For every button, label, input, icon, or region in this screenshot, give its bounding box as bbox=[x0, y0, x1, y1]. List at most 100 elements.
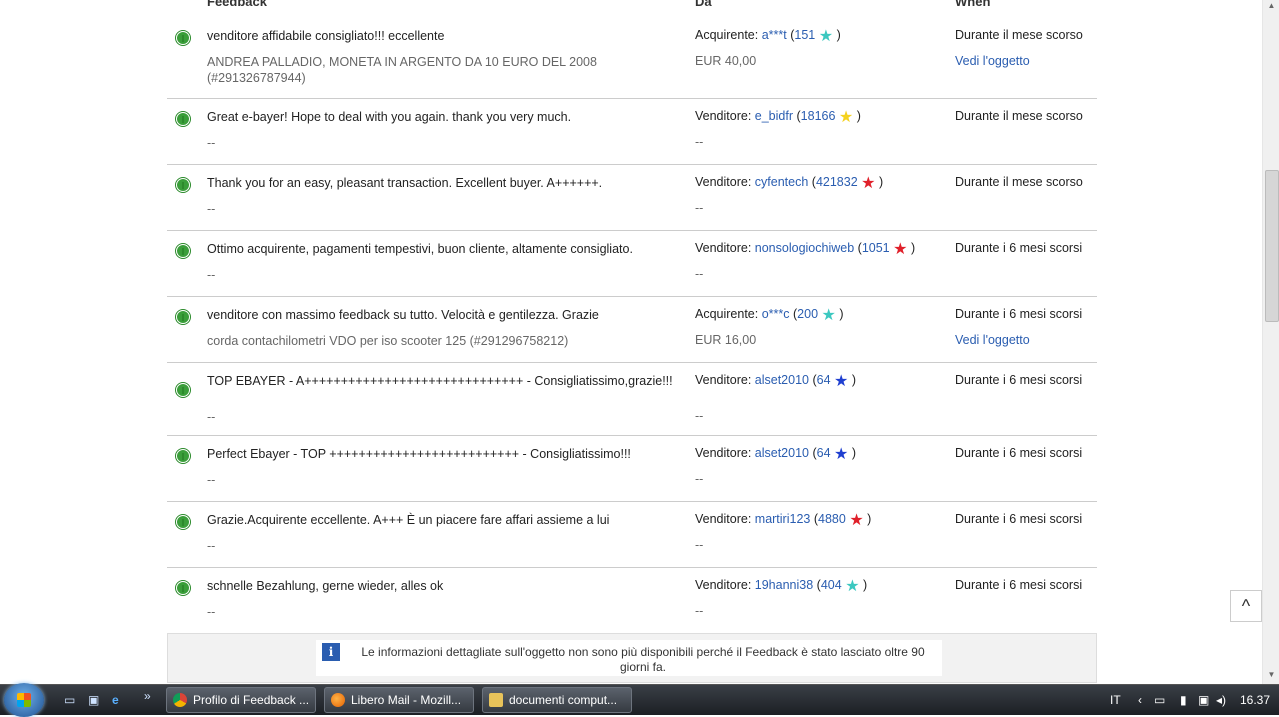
start-button[interactable] bbox=[4, 683, 44, 717]
tray-expand-icon[interactable]: ‹ bbox=[1138, 685, 1142, 715]
score-link[interactable]: 151 bbox=[794, 28, 815, 42]
scrollbar-thumb[interactable] bbox=[1265, 170, 1279, 322]
feedback-when: Durante i 6 mesi scorsi bbox=[955, 578, 1083, 592]
scroll-down-icon[interactable]: ▼ bbox=[1266, 670, 1277, 682]
role-label: Venditore: bbox=[695, 446, 752, 460]
role-label: Venditore: bbox=[695, 175, 752, 189]
score-close: ) bbox=[856, 109, 861, 123]
score-link[interactable]: 200 bbox=[797, 307, 818, 321]
quicklaunch-more-icon[interactable]: » bbox=[144, 689, 160, 703]
table-row: Thank you for an easy, pleasant transact… bbox=[167, 165, 1097, 231]
internet-explorer-icon[interactable]: e bbox=[112, 693, 128, 707]
info-notice: i Le informazioni dettagliate sull'ogget… bbox=[167, 633, 1097, 683]
feedback-item[interactable]: ANDREA PALLADIO, MONETA IN ARGENTO DA 10… bbox=[207, 54, 677, 86]
score-link[interactable]: 1051 bbox=[862, 241, 890, 255]
user-link[interactable]: alset2010 bbox=[755, 446, 809, 460]
task-folder[interactable]: documenti comput... bbox=[482, 687, 632, 713]
positive-feedback-icon bbox=[175, 309, 191, 325]
role-label: Venditore: bbox=[695, 512, 752, 526]
user-link[interactable]: 19hanni38 bbox=[755, 578, 813, 592]
task-label: Profilo di Feedback ... bbox=[193, 693, 310, 707]
feedback-star-icon: ★ bbox=[849, 512, 864, 529]
header-feedback: Feedback bbox=[207, 0, 267, 9]
switch-windows-icon[interactable]: ▣ bbox=[88, 693, 104, 707]
user-link[interactable]: e_bidfr bbox=[755, 109, 793, 123]
header-from: Da bbox=[695, 0, 712, 9]
feedback-star-icon: ★ bbox=[861, 175, 876, 192]
safely-remove-icon[interactable]: ▣ bbox=[1198, 685, 1209, 715]
feedback-when: Durante i 6 mesi scorsi bbox=[955, 446, 1083, 460]
role-label: Venditore: bbox=[695, 109, 752, 123]
feedback-comment: Ottimo acquirente, pagamenti tempestivi,… bbox=[207, 242, 633, 256]
table-row: Grazie.Acquirente eccellente. A+++ È un … bbox=[167, 502, 1097, 568]
feedback-comment: TOP EBAYER - A++++++++++++++++++++++++++… bbox=[207, 374, 673, 388]
user-link[interactable]: cyfentech bbox=[755, 175, 809, 189]
power-icon[interactable]: ▮ bbox=[1180, 685, 1187, 715]
score-link[interactable]: 18166 bbox=[801, 109, 836, 123]
feedback-from: Acquirente: o***c (200 ★ ) bbox=[695, 307, 844, 324]
score-link[interactable]: 64 bbox=[817, 373, 831, 387]
chevron-up-icon: ^ bbox=[1241, 596, 1251, 616]
view-item-link[interactable]: Vedi l'oggetto bbox=[955, 54, 1030, 68]
task-chrome[interactable]: Profilo di Feedback ... bbox=[166, 687, 316, 713]
score-link[interactable]: 64 bbox=[817, 446, 831, 460]
feedback-when: Durante i 6 mesi scorsi bbox=[955, 373, 1083, 387]
folder-icon bbox=[489, 693, 503, 707]
volume-icon[interactable]: ◂) bbox=[1216, 685, 1226, 715]
show-desktop-icon[interactable]: ▭ bbox=[64, 693, 80, 707]
user-link[interactable]: a***t bbox=[762, 28, 787, 42]
task-label: documenti comput... bbox=[509, 693, 618, 707]
view-item-link[interactable]: Vedi l'oggetto bbox=[955, 333, 1030, 347]
feedback-star-icon: ★ bbox=[834, 373, 849, 390]
feedback-star-icon: ★ bbox=[845, 578, 860, 595]
feedback-price: -- bbox=[695, 267, 704, 281]
feedback-comment: Thank you for an easy, pleasant transact… bbox=[207, 176, 603, 190]
positive-feedback-icon bbox=[175, 580, 191, 596]
role-label: Acquirente: bbox=[695, 28, 759, 42]
feedback-price: EUR 40,00 bbox=[695, 54, 757, 68]
feedback-price: -- bbox=[695, 538, 704, 552]
language-indicator[interactable]: IT bbox=[1110, 685, 1121, 715]
score-link[interactable]: 4880 bbox=[818, 512, 846, 526]
table-row: venditore con massimo feedback su tutto.… bbox=[167, 297, 1097, 363]
vertical-scrollbar[interactable]: ▲ ▼ bbox=[1262, 0, 1279, 684]
score-link[interactable]: 421832 bbox=[816, 175, 858, 189]
feedback-when: Durante i 6 mesi scorsi bbox=[955, 307, 1083, 321]
clock[interactable]: 16.37 bbox=[1240, 685, 1270, 715]
page: Feedback Da When venditore affidabile co… bbox=[0, 0, 1262, 684]
score-close: ) bbox=[867, 512, 872, 526]
user-link[interactable]: o***c bbox=[762, 307, 790, 321]
chrome-icon bbox=[173, 693, 187, 707]
feedback-item[interactable]: corda contachilometri VDO per iso scoote… bbox=[207, 333, 677, 349]
back-to-top-button[interactable]: ^ bbox=[1230, 590, 1262, 622]
feedback-from: Venditore: alset2010 (64 ★ ) bbox=[695, 446, 857, 463]
positive-feedback-icon bbox=[175, 514, 191, 530]
feedback-price: -- bbox=[695, 135, 704, 149]
user-link[interactable]: alset2010 bbox=[755, 373, 809, 387]
feedback-comment: venditore con massimo feedback su tutto.… bbox=[207, 308, 599, 322]
user-link[interactable]: martiri123 bbox=[755, 512, 811, 526]
feedback-when: Durante il mese scorso bbox=[955, 175, 1083, 189]
score-link[interactable]: 404 bbox=[821, 578, 842, 592]
task-firefox[interactable]: Libero Mail - Mozill... bbox=[324, 687, 474, 713]
scroll-up-icon[interactable]: ▲ bbox=[1266, 1, 1277, 13]
score-close: ) bbox=[878, 175, 884, 189]
feedback-from: Acquirente: a***t (151 ★ ) bbox=[695, 28, 841, 45]
role-label: Venditore: bbox=[695, 241, 752, 255]
table-header: Feedback Da When bbox=[167, 0, 1097, 16]
score-close: ) bbox=[910, 241, 916, 255]
header-when: When bbox=[955, 0, 991, 9]
feedback-item: -- bbox=[207, 539, 216, 553]
feedback-item: -- bbox=[207, 268, 216, 282]
feedback-star-icon: ★ bbox=[838, 109, 854, 126]
positive-feedback-icon bbox=[175, 30, 191, 46]
feedback-when: Durante il mese scorso bbox=[955, 109, 1083, 123]
network-icon[interactable]: ▭ bbox=[1154, 685, 1165, 715]
firefox-icon bbox=[331, 693, 345, 707]
user-link[interactable]: nonsologiochiweb bbox=[755, 241, 854, 255]
table-row: Perfect Ebayer - TOP +++++++++++++++++++… bbox=[167, 436, 1097, 502]
table-row: venditore affidabile consigliato!!! ecce… bbox=[167, 18, 1097, 99]
task-label: Libero Mail - Mozill... bbox=[351, 693, 462, 707]
score-close: ) bbox=[851, 446, 857, 460]
score-close: ) bbox=[851, 373, 857, 387]
